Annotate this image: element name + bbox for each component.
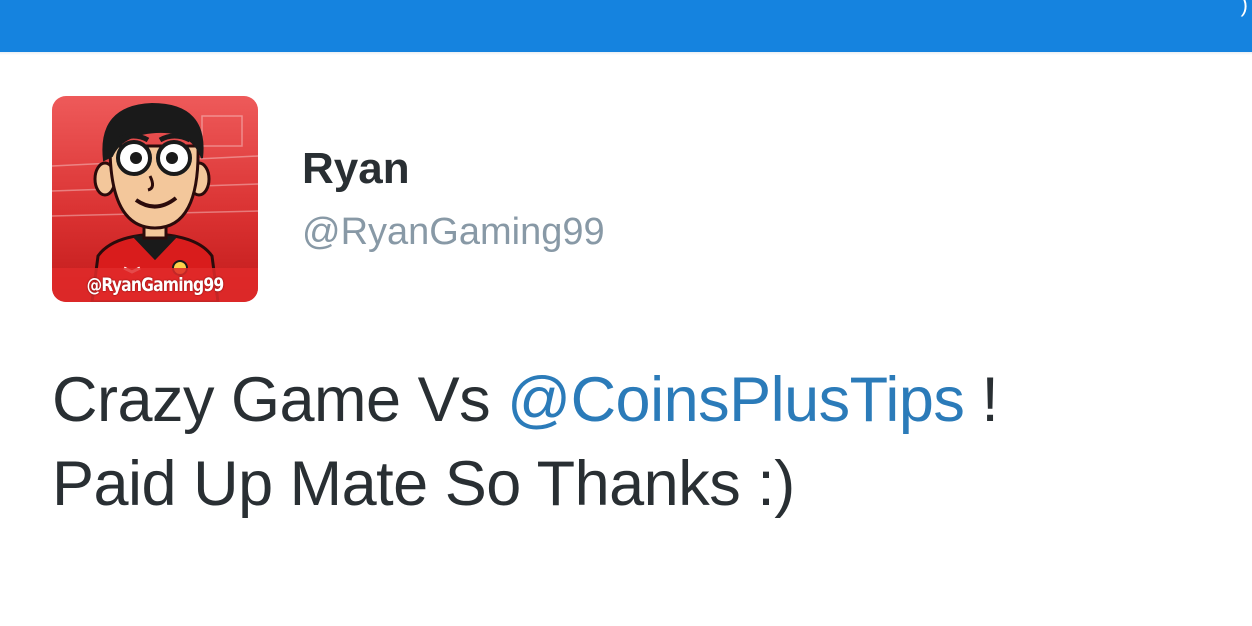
- tweet-text: Crazy Game Vs @CoinsPlusTips ! Paid Up M…: [52, 358, 1232, 526]
- tweet-text-line1-start: Crazy Game Vs: [52, 365, 508, 435]
- avatar-caption: @RyanGaming99: [86, 274, 225, 296]
- author-display-name[interactable]: Ryan: [302, 147, 410, 191]
- mention-link[interactable]: @CoinsPlusTips: [507, 365, 965, 435]
- avatar[interactable]: @RyanGaming99: [52, 96, 258, 302]
- topbar-corner-glyph: ): [1240, 0, 1248, 17]
- avatar-illustration: [52, 96, 258, 302]
- top-navigation-bar: ): [0, 0, 1252, 52]
- author-handle[interactable]: @RyanGaming99: [302, 213, 605, 251]
- tweet-text-line2: Paid Up Mate So Thanks :): [52, 449, 795, 519]
- tweet-text-line1-end: !: [964, 365, 999, 435]
- tweet-card[interactable]: @RyanGaming99 Ryan @RyanGaming99 Crazy G…: [0, 55, 1252, 626]
